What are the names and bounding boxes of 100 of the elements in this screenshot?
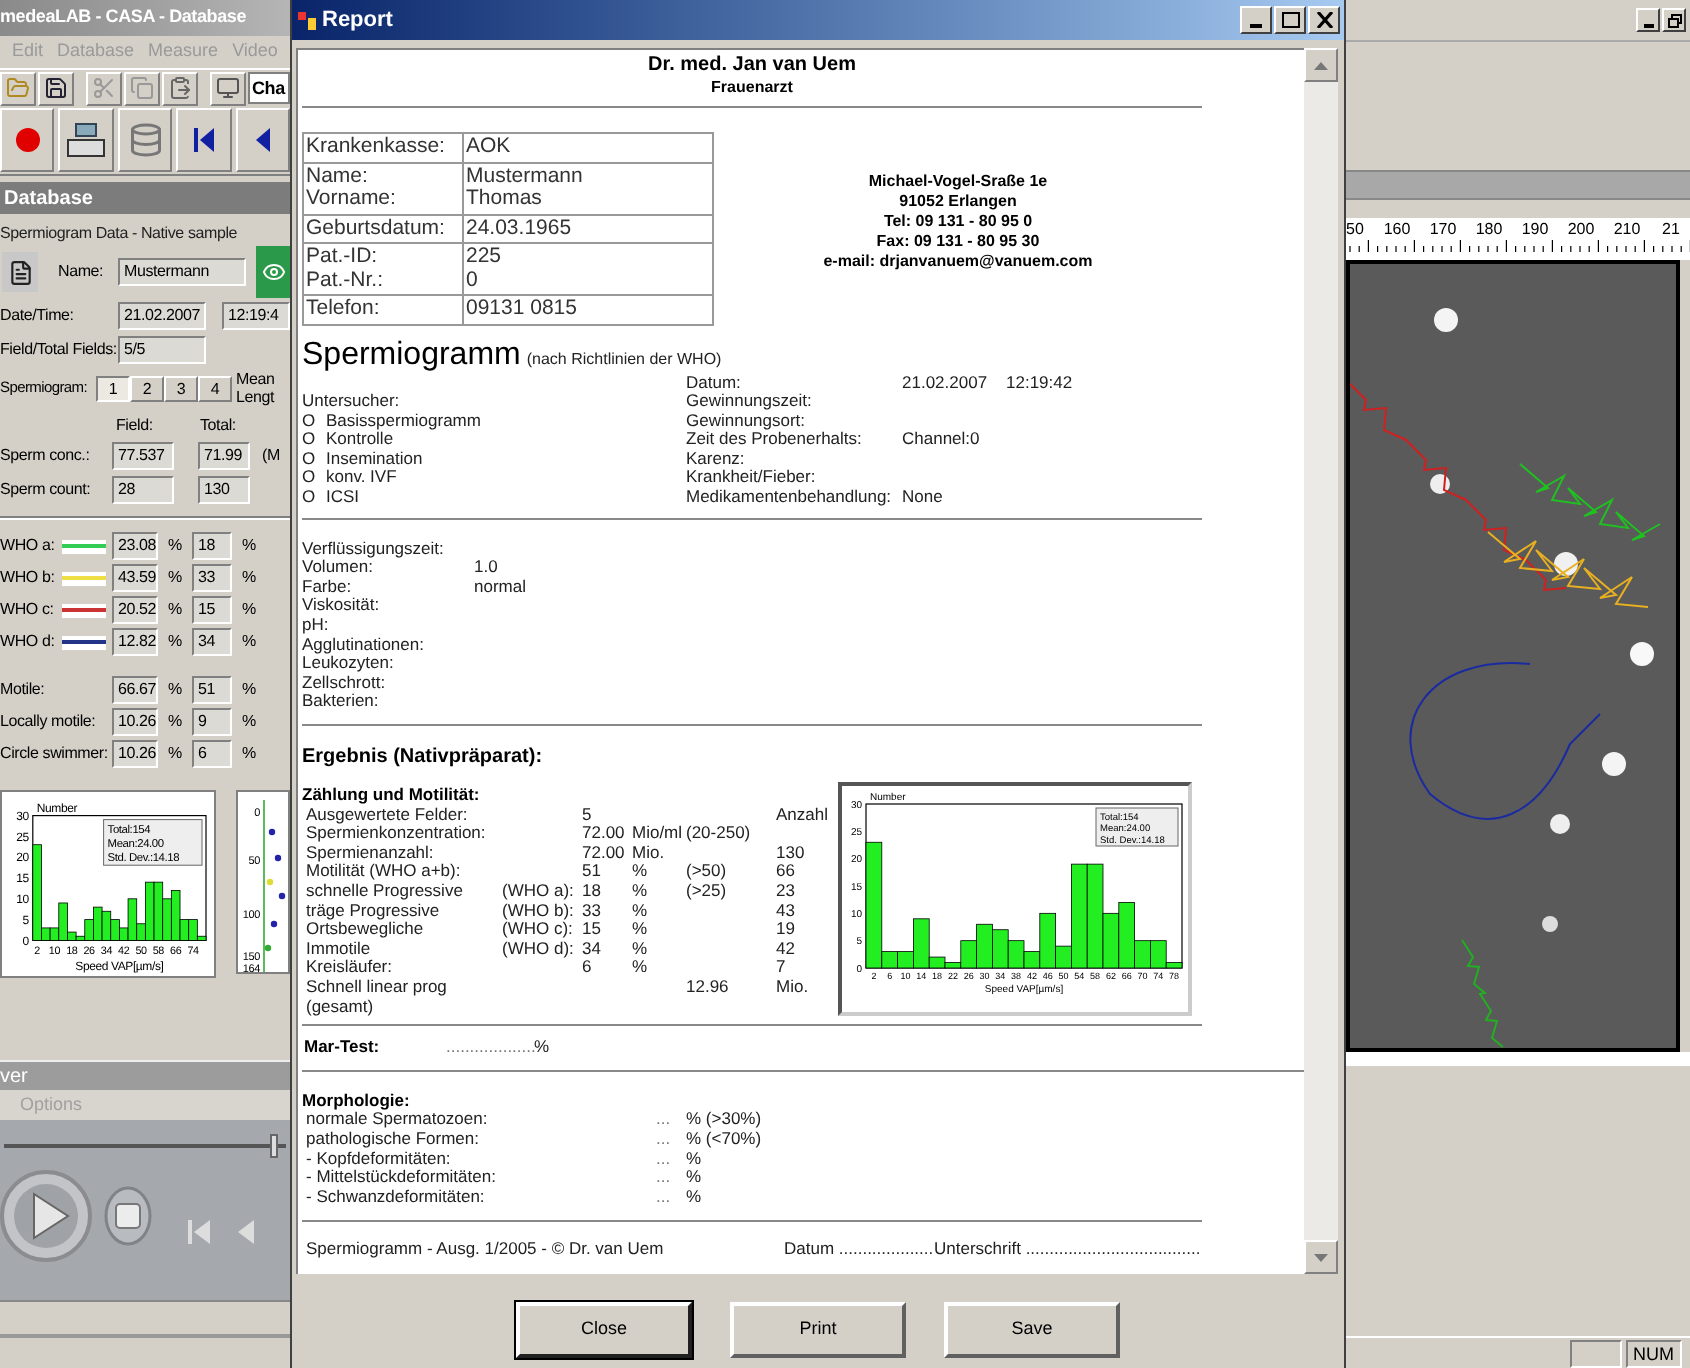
- scroll-down-button[interactable]: [1304, 1240, 1338, 1274]
- unit: %: [632, 956, 648, 977]
- toolbar-button[interactable]: [38, 71, 74, 105]
- value: 12:19:42: [1006, 373, 1073, 393]
- dialog-button[interactable]: Save: [944, 1302, 1120, 1358]
- unit: %: [632, 937, 648, 958]
- label: Untersucher:: [302, 392, 402, 412]
- subsection-heading: Zählung und Motilität:: [302, 786, 482, 806]
- scroll-up-button[interactable]: [1304, 48, 1338, 82]
- document-icon[interactable]: [2, 252, 38, 292]
- text-field[interactable]: 12.82: [112, 628, 158, 656]
- spermiogram-tab[interactable]: 3: [164, 375, 198, 401]
- back-button[interactable]: [235, 108, 290, 172]
- spermiogram-tab[interactable]: 1: [96, 375, 130, 401]
- minimize-button[interactable]: [1636, 8, 1660, 32]
- seek-track[interactable]: [4, 1134, 286, 1158]
- unit: Mio/ml: [632, 822, 683, 843]
- maximize-button[interactable]: [1274, 6, 1306, 34]
- text-field[interactable]: 77.537: [112, 441, 174, 469]
- label: Circle swimmer:: [0, 742, 110, 766]
- database-button[interactable]: [117, 108, 173, 172]
- text-field[interactable]: 9: [192, 708, 232, 736]
- text-field[interactable]: 66.67: [112, 676, 158, 704]
- text-field[interactable]: 6: [192, 740, 232, 768]
- stop-button[interactable]: [104, 1186, 152, 1246]
- monitor-icon: [216, 76, 240, 100]
- record-button[interactable]: [0, 108, 55, 172]
- unit: % (<70%): [686, 1129, 762, 1149]
- scrollbar[interactable]: [1304, 48, 1338, 1274]
- label: Karenz:: [686, 449, 747, 469]
- label: Zellschrott:: [302, 673, 386, 693]
- spermiogram-tab[interactable]: 2: [130, 375, 164, 401]
- record-icon: [13, 126, 42, 154]
- status-panel: [1569, 1339, 1621, 1367]
- text-field[interactable]: 5/5: [118, 335, 206, 363]
- option-marker: O: [302, 468, 318, 489]
- restore-button[interactable]: [1662, 8, 1686, 32]
- label: (M: [262, 443, 280, 467]
- text-field[interactable]: 43.59: [112, 564, 158, 592]
- app-icon: [298, 11, 316, 29]
- value: 1.0: [474, 558, 498, 578]
- ruler-label: 170: [1427, 218, 1459, 240]
- text-field[interactable]: 12:19:4: [222, 301, 290, 329]
- table-cell: 24.03.1965: [463, 214, 713, 243]
- ruler-label: 21: [1662, 218, 1680, 240]
- dropdown-field[interactable]: Cha: [248, 72, 290, 104]
- restore-icon: [1667, 13, 1681, 27]
- skip-back-button[interactable]: [176, 108, 232, 172]
- text-field[interactable]: 20.52: [112, 596, 158, 624]
- label: konv. IVF: [326, 468, 397, 489]
- unit: % (>30%): [686, 1110, 762, 1130]
- label: Field/Total Fields:: [0, 337, 118, 361]
- label: - Schwanzdeformitäten:: [306, 1187, 487, 1207]
- dialog-button[interactable]: Close: [516, 1302, 692, 1358]
- arrow-up-icon: [1314, 61, 1328, 69]
- doctor-name: Dr. med. Jan van Uem: [648, 54, 856, 78]
- text-field[interactable]: 34: [192, 628, 232, 656]
- label: träge Progressive: [306, 901, 440, 920]
- label: Zeit des Probenerhalts:: [686, 430, 864, 450]
- value: 72.00: [582, 841, 625, 862]
- heading-note: (nach Richtlinien der WHO): [526, 347, 722, 372]
- histogram-bar: [992, 929, 1009, 969]
- value: 51: [582, 860, 601, 881]
- dialog-button[interactable]: Print: [730, 1302, 906, 1358]
- label: (WHO d):: [502, 937, 574, 958]
- seek-thumb[interactable]: [269, 1134, 278, 1158]
- text-field[interactable]: 130: [198, 475, 250, 503]
- text-field[interactable]: 23.08: [112, 532, 158, 560]
- footer-text: Spermiogramm - Ausg. 1/2005 - © Dr. van Uem: [306, 1240, 666, 1260]
- text-field[interactable]: 18: [192, 532, 232, 560]
- play-button[interactable]: [0, 1170, 92, 1262]
- text-field[interactable]: 15: [192, 596, 232, 624]
- text-field[interactable]: 28: [112, 475, 174, 503]
- label: %: [166, 710, 184, 734]
- label: Agglutinationen:: [302, 635, 426, 654]
- ruler-label: 160: [1381, 218, 1413, 240]
- table-cell: AOK: [463, 133, 713, 162]
- close-button[interactable]: [1308, 6, 1340, 34]
- text-field[interactable]: 21.02.2007: [118, 301, 206, 329]
- text-field[interactable]: 10.26: [112, 708, 158, 736]
- status-panel: NUM: [1625, 1339, 1682, 1367]
- arrow-down-icon: [1314, 1253, 1328, 1261]
- text-field[interactable]: 10.26: [112, 740, 158, 768]
- text-field[interactable]: Mustermann: [118, 258, 246, 286]
- toolbar-button[interactable]: [210, 71, 246, 105]
- fill-in-line: ...: [656, 1149, 673, 1169]
- text-field[interactable]: 33: [192, 564, 232, 592]
- table-cell: Krankenkasse:: [303, 133, 463, 162]
- label: %: [242, 598, 256, 622]
- specialty: Frauenarzt: [711, 78, 793, 98]
- fill-in-line: ...: [656, 1168, 673, 1188]
- label: Locally motile:: [0, 710, 98, 734]
- label: Spermienkonzentration:: [306, 824, 488, 844]
- eye-icon[interactable]: [256, 246, 290, 298]
- text-field[interactable]: 71.99: [198, 441, 250, 469]
- minimize-button[interactable]: [1240, 6, 1272, 34]
- device-button[interactable]: [58, 108, 114, 172]
- text-field[interactable]: 51: [192, 676, 232, 704]
- label: %: [242, 678, 256, 702]
- spermiogram-tab[interactable]: 4: [198, 375, 232, 401]
